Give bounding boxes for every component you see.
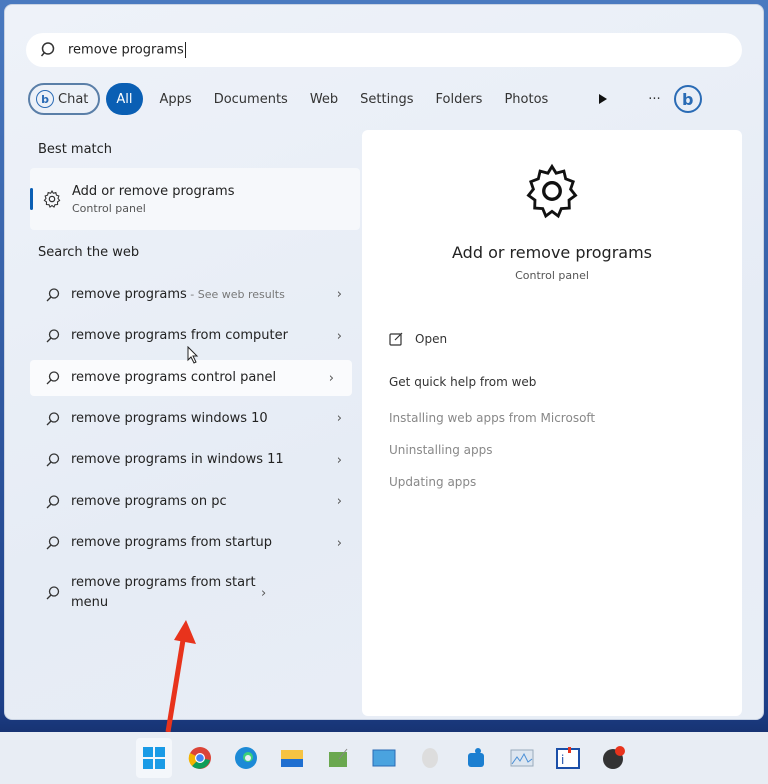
- edge-icon: [235, 747, 257, 769]
- quick-help-heading: Get quick help from web: [389, 375, 537, 389]
- best-match-heading: Best match: [38, 141, 113, 157]
- preview-subtitle: Control panel: [515, 269, 589, 282]
- open-button[interactable]: Open: [389, 332, 447, 346]
- see-web-results-hint: - See web results: [186, 287, 285, 301]
- chevron-right-icon[interactable]: ›: [337, 411, 342, 426]
- mouse-cursor-icon: [187, 346, 199, 364]
- suggestion-text: remove programs from startup: [71, 535, 273, 551]
- search-input[interactable]: remove programs: [68, 42, 186, 58]
- info-app-icon: i: [556, 747, 580, 769]
- search-web-heading: Search the web: [38, 244, 140, 260]
- tab-chat[interactable]: b Chat: [28, 83, 101, 115]
- chevron-right-icon[interactable]: ›: [337, 453, 342, 468]
- disk-icon: [422, 748, 438, 768]
- search-icon: [40, 42, 55, 57]
- app-button[interactable]: [320, 738, 356, 778]
- preview-pane: Add or remove programs Control panel Ope…: [362, 130, 742, 716]
- best-match-subtitle: Control panel: [72, 201, 146, 215]
- tab-settings[interactable]: Settings: [349, 83, 424, 115]
- start-button[interactable]: [136, 738, 172, 778]
- suggestion-text: remove programs windows 10: [71, 410, 268, 426]
- open-external-icon: [389, 332, 403, 346]
- suggestion-text: remove programs on pc: [71, 493, 227, 509]
- info-app-button[interactable]: i: [550, 738, 586, 778]
- search-box[interactable]: remove programs: [26, 33, 742, 67]
- app-icon: [329, 748, 348, 767]
- suggestion-text: remove programs control panel: [71, 370, 277, 385]
- web-suggestion-item[interactable]: remove programs from startup ›: [30, 523, 360, 565]
- suggestion-text: remove programs from computer: [71, 328, 288, 344]
- bing-chat-button[interactable]: b: [673, 83, 706, 115]
- tab-apps[interactable]: Apps: [149, 83, 203, 115]
- file-explorer-button[interactable]: [274, 738, 310, 778]
- windows-start-icon: [143, 747, 165, 769]
- tab-documents[interactable]: Documents: [203, 83, 299, 115]
- suggestion-text: remove programs from start menu: [71, 575, 256, 610]
- taskbar: i: [0, 732, 768, 784]
- search-icon: [46, 329, 60, 343]
- suggestion-text: remove programs - See web results: [71, 286, 285, 302]
- search-icon: [46, 586, 60, 600]
- chrome-icon: [188, 747, 211, 769]
- svg-text:i: i: [561, 753, 564, 767]
- app2-icon: [468, 748, 484, 767]
- results-list: Best match Add or remove programs Contro…: [30, 130, 360, 622]
- edge-button[interactable]: [228, 738, 264, 778]
- recorder-button[interactable]: [596, 738, 632, 778]
- chevron-right-icon[interactable]: ›: [337, 536, 342, 551]
- web-suggestion-item[interactable]: remove programs on pc ›: [30, 481, 360, 523]
- tab-photos[interactable]: Photos: [493, 83, 559, 115]
- chart-app-icon: [510, 749, 534, 767]
- red-arrow-annotation: [165, 620, 196, 733]
- chevron-right-icon[interactable]: ›: [329, 371, 334, 386]
- help-link[interactable]: Uninstalling apps: [389, 443, 493, 457]
- search-icon: [46, 453, 60, 467]
- gear-icon: [526, 163, 578, 219]
- help-link[interactable]: Updating apps: [389, 475, 476, 489]
- search-icon: [46, 371, 60, 385]
- search-icon: [46, 536, 60, 550]
- bing-icon: b: [36, 90, 54, 108]
- chevron-right-icon[interactable]: ›: [337, 329, 342, 344]
- filter-tabs: b Chat All Apps Documents Web Settings Fo…: [28, 83, 743, 115]
- search-icon: [46, 288, 60, 302]
- app2-button[interactable]: [458, 738, 494, 778]
- file-explorer-icon: [281, 750, 303, 767]
- search-icon: [46, 495, 60, 509]
- help-link[interactable]: Installing web apps from Microsoft: [389, 411, 595, 425]
- more-options-button[interactable]: ···: [637, 83, 671, 115]
- photos-button[interactable]: [366, 738, 402, 778]
- chart-app-button[interactable]: [504, 738, 540, 778]
- tab-all[interactable]: All: [106, 83, 143, 115]
- tab-web[interactable]: Web: [299, 83, 349, 115]
- chevron-right-icon[interactable]: ›: [261, 586, 266, 601]
- web-suggestion-item[interactable]: remove programs in windows 11 ›: [30, 440, 360, 482]
- best-match-item[interactable]: Add or remove programs Control panel: [30, 168, 360, 230]
- disk-button[interactable]: [412, 738, 448, 778]
- web-suggestion-item[interactable]: remove programs from start menu ›: [30, 564, 360, 622]
- preview-title: Add or remove programs: [452, 243, 652, 262]
- bing-logo-icon: b: [673, 85, 702, 113]
- search-icon: [46, 412, 60, 426]
- chevron-right-icon[interactable]: ›: [337, 287, 342, 302]
- best-match-title: Add or remove programs: [72, 183, 235, 199]
- web-suggestion-item[interactable]: remove programs - See web results ›: [30, 274, 360, 316]
- chrome-button[interactable]: [182, 738, 218, 778]
- play-more-icon[interactable]: [587, 83, 619, 115]
- suggestion-text: remove programs in windows 11: [71, 452, 284, 468]
- chevron-right-icon[interactable]: ›: [337, 494, 342, 509]
- tab-folders[interactable]: Folders: [424, 83, 493, 115]
- recorder-icon: [603, 746, 625, 769]
- gear-icon: [43, 190, 61, 208]
- web-suggestion-item[interactable]: remove programs control panel ›: [30, 360, 352, 396]
- photos-icon: [372, 749, 396, 767]
- web-suggestion-item[interactable]: remove programs windows 10 ›: [30, 398, 360, 440]
